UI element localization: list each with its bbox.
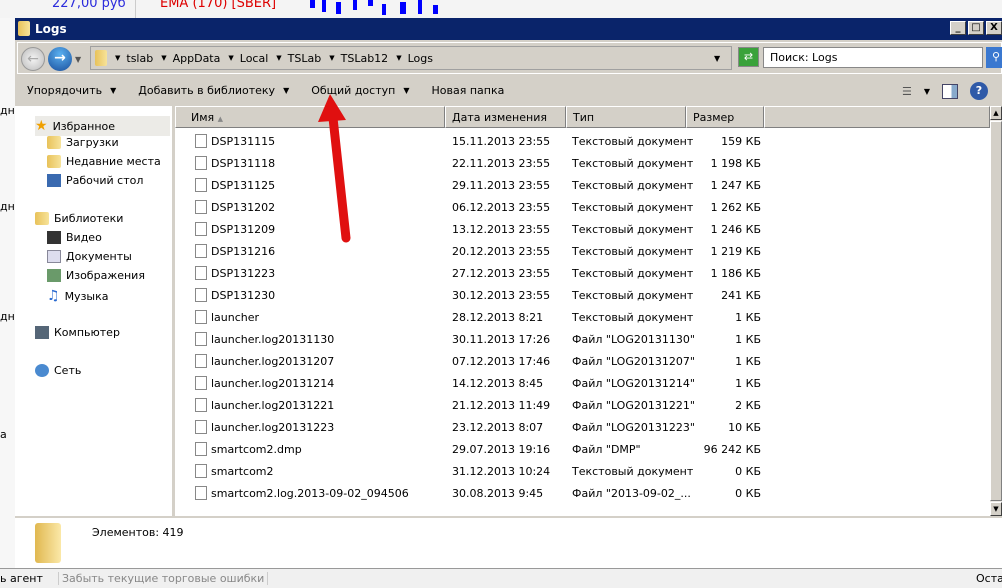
annotation-arrow: [318, 94, 351, 243]
arrow-shaft: [328, 113, 351, 243]
arrow-head: [318, 94, 346, 122]
